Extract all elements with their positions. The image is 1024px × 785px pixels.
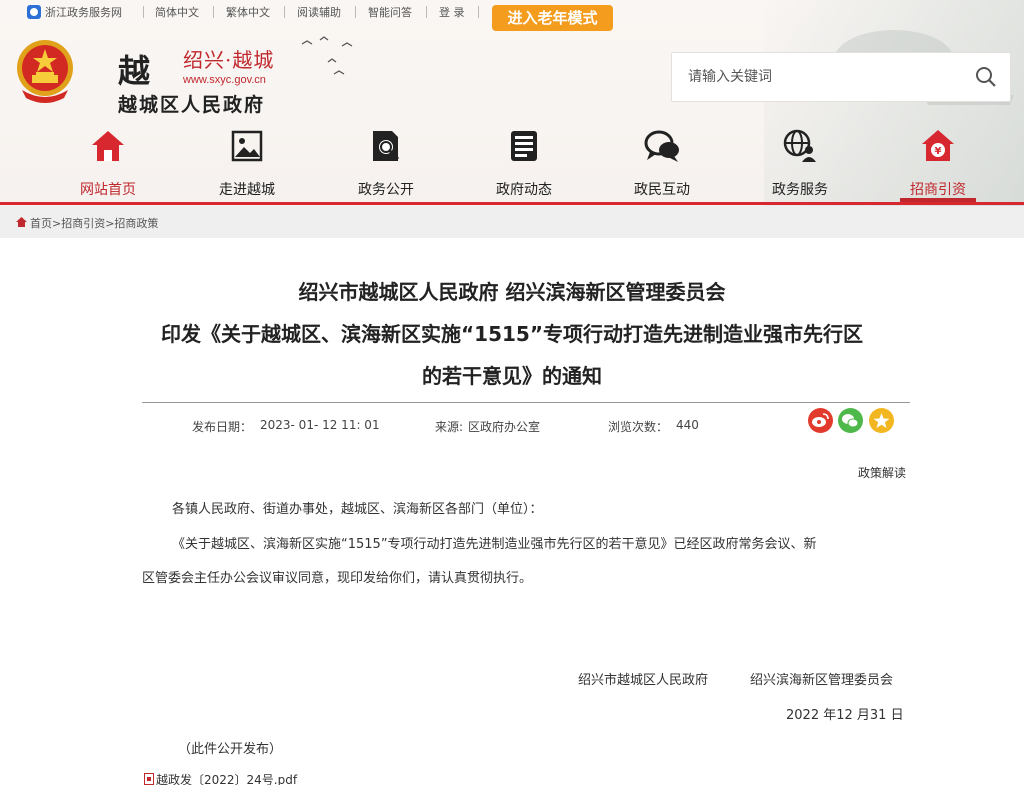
logo-url: www.sxyc.gov.cn (183, 74, 266, 86)
svg-text:¥: ¥ (935, 146, 942, 157)
birds-decoration-icon (301, 36, 353, 75)
news-icon (511, 131, 537, 161)
search-input[interactable] (672, 53, 962, 101)
elder-mode-button[interactable]: 进入老年模式 (492, 5, 613, 31)
article-title-line-3: 的若干意见》的通知 (422, 364, 602, 388)
publish-date-label: 发布日期： (192, 420, 253, 434)
title-divider (142, 402, 910, 403)
star-icon (873, 413, 890, 428)
nav-label: 政民互动 (634, 182, 690, 198)
smart-qa-link[interactable]: 智能问答 (368, 4, 412, 20)
nav-label: 政府动态 (496, 182, 552, 198)
nav-item-services[interactable]: 政务服务 (750, 126, 850, 204)
zhejiang-service-link[interactable]: 浙江政务服务网 (45, 4, 122, 20)
reading-aid-link[interactable]: 阅读辅助 (297, 4, 341, 20)
signature-date: 2022 年12 月31 日 (786, 708, 904, 723)
chat-icon (644, 130, 679, 162)
breadcrumb-home-icon (16, 217, 27, 227)
favorite-button[interactable] (869, 408, 894, 433)
nav-label: 招商引资 (910, 182, 966, 198)
logo-title: 绍兴·越城 (183, 48, 275, 72)
breadcrumb: 首页>招商引资>招商政策 (0, 206, 1024, 238)
nav-item-investment[interactable]: ¥ 招商引资 (888, 126, 988, 204)
share-weibo-button[interactable] (808, 408, 833, 433)
nav-label: 网站首页 (80, 182, 136, 198)
attachment-link[interactable]: 越政发〔2022〕24号.pdf (144, 771, 297, 785)
simplified-chinese-link[interactable]: 简体中文 (155, 4, 199, 20)
nav-item-news[interactable]: 政府动态 (474, 126, 574, 204)
share-wechat-button[interactable] (838, 408, 863, 433)
source-label: 来源: (435, 420, 464, 434)
yuan-house-icon: ¥ (922, 130, 954, 161)
pdf-icon (144, 773, 154, 785)
traditional-chinese-link[interactable]: 繁体中文 (226, 4, 270, 20)
main-nav: 网站首页 走进越城 政务公开 政府动态 政民互动 政务服务 ¥ 招商引资 (40, 126, 980, 206)
document-search-icon (373, 131, 400, 161)
divider (426, 6, 427, 18)
home-icon (92, 131, 124, 161)
breadcrumb-path[interactable]: 首页>招商引资>招商政策 (30, 215, 158, 231)
article-paragraph: 区管委会主任办公会议审议同意，现印发给你们，请认真贯彻执行。 (142, 571, 533, 586)
article-paragraph: 《关于越城区、滨海新区实施“1515”专项行动打造先进制造业强市先行区的若干意见… (172, 537, 817, 552)
nav-item-about[interactable]: 走进越城 (197, 126, 297, 204)
zhejiang-service-icon (27, 5, 41, 19)
divider (213, 6, 214, 18)
nav-label: 走进越城 (219, 182, 275, 198)
signature-committee: 绍兴滨海新区管理委员会 (750, 673, 894, 688)
divider (355, 6, 356, 18)
nav-item-gov-affairs[interactable]: 政务公开 (336, 126, 436, 204)
divider (478, 6, 479, 18)
national-emblem-icon (17, 40, 73, 103)
logo-mark: 越 (118, 52, 151, 90)
views-label: 浏览次数： (608, 420, 669, 434)
nav-item-home[interactable]: 网站首页 (58, 126, 158, 204)
site-name: 越城区人民政府 (118, 94, 266, 116)
views-count: 440 (676, 418, 699, 432)
article-paragraph: 各镇人民政府、街道办事处，越城区、滨海新区各部门（单位）： (172, 502, 543, 517)
signature-government: 绍兴市越城区人民政府 (578, 673, 709, 688)
nav-label: 政务服务 (772, 182, 828, 198)
nav-label: 政务公开 (358, 182, 414, 198)
publish-date: 2023- 01- 12 11: 01 (260, 418, 380, 432)
policy-interpretation-link[interactable]: 政策解读 (858, 464, 906, 481)
search-icon[interactable] (974, 65, 998, 89)
globe-user-icon (783, 129, 816, 162)
nav-item-interaction[interactable]: 政民互动 (612, 126, 712, 204)
header-divider (0, 202, 1024, 205)
publish-note: （此件公开发布） (178, 742, 283, 757)
article-title-line-1: 绍兴市越城区人民政府 绍兴滨海新区管理委员会 (298, 280, 726, 304)
source: 区政府办公室 (468, 420, 541, 434)
article-title-line-2: 印发《关于越城区、滨海新区实施“1515”专项行动打造先进制造业强市先行区 (161, 322, 863, 346)
login-link[interactable]: 登 录 (439, 4, 465, 20)
attachment-filename: 越政发〔2022〕24号.pdf (156, 773, 298, 785)
search-box (671, 52, 1011, 102)
weibo-icon (812, 413, 829, 427)
wechat-icon (842, 414, 859, 428)
divider (284, 6, 285, 18)
picture-icon (231, 130, 263, 162)
divider (143, 6, 144, 18)
